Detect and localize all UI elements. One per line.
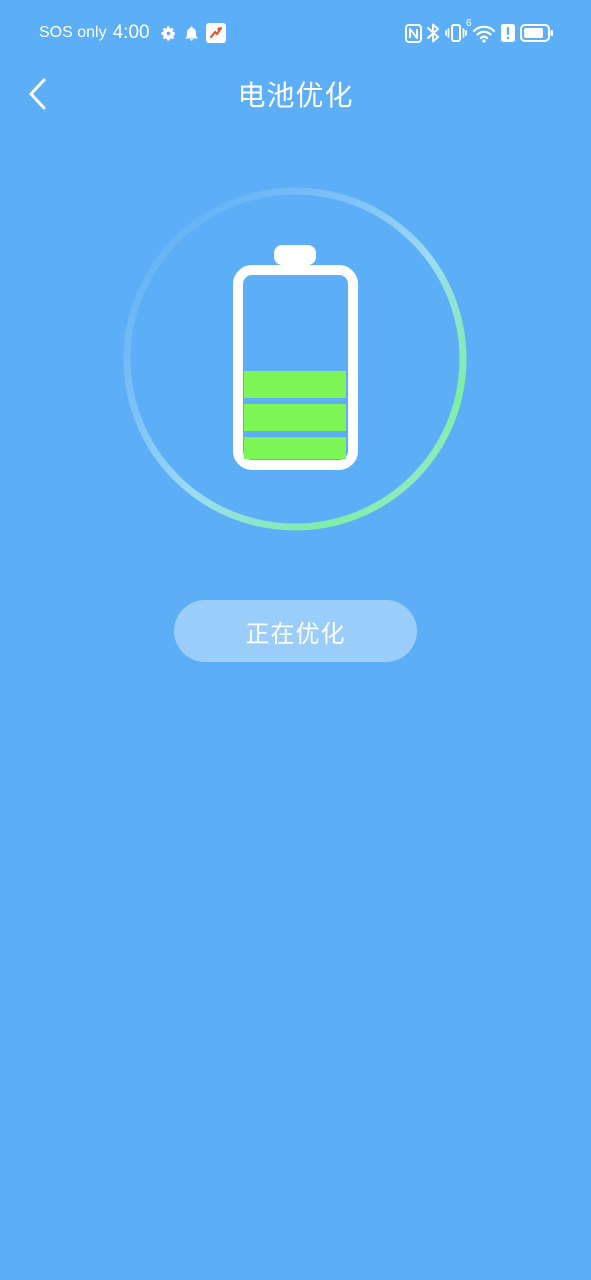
battery-level-bar-2 xyxy=(244,404,346,431)
battery-body-icon xyxy=(233,245,358,470)
chevron-left-icon xyxy=(27,77,49,115)
wifi-icon: 6 xyxy=(466,18,496,43)
status-bar: SOS only 4:00 6 xyxy=(0,0,591,66)
progress-ring xyxy=(123,187,467,531)
clock-time: 4:00 xyxy=(112,22,150,43)
gear-icon xyxy=(160,25,177,42)
vibrate-icon xyxy=(445,23,467,43)
alert-icon xyxy=(501,24,515,42)
status-bar-right: 6 xyxy=(405,18,553,45)
bell-icon xyxy=(183,25,200,42)
battery-ring-graphic xyxy=(120,184,470,534)
battery-level-bar-1 xyxy=(244,371,346,398)
wifi-badge: 6 xyxy=(466,18,472,29)
back-button[interactable] xyxy=(18,74,58,118)
page-title: 电池优化 xyxy=(237,79,354,112)
status-bar-left: SOS only 4:00 xyxy=(39,20,226,46)
battery-icon xyxy=(520,24,553,42)
carrier-text: SOS only xyxy=(39,24,107,41)
nfc-icon xyxy=(405,23,422,43)
bluetooth-icon xyxy=(427,23,440,43)
optimizing-button[interactable]: 正在优化 xyxy=(174,600,417,662)
battery-level-bar-3 xyxy=(244,437,346,459)
app-notification-icon xyxy=(205,23,226,43)
